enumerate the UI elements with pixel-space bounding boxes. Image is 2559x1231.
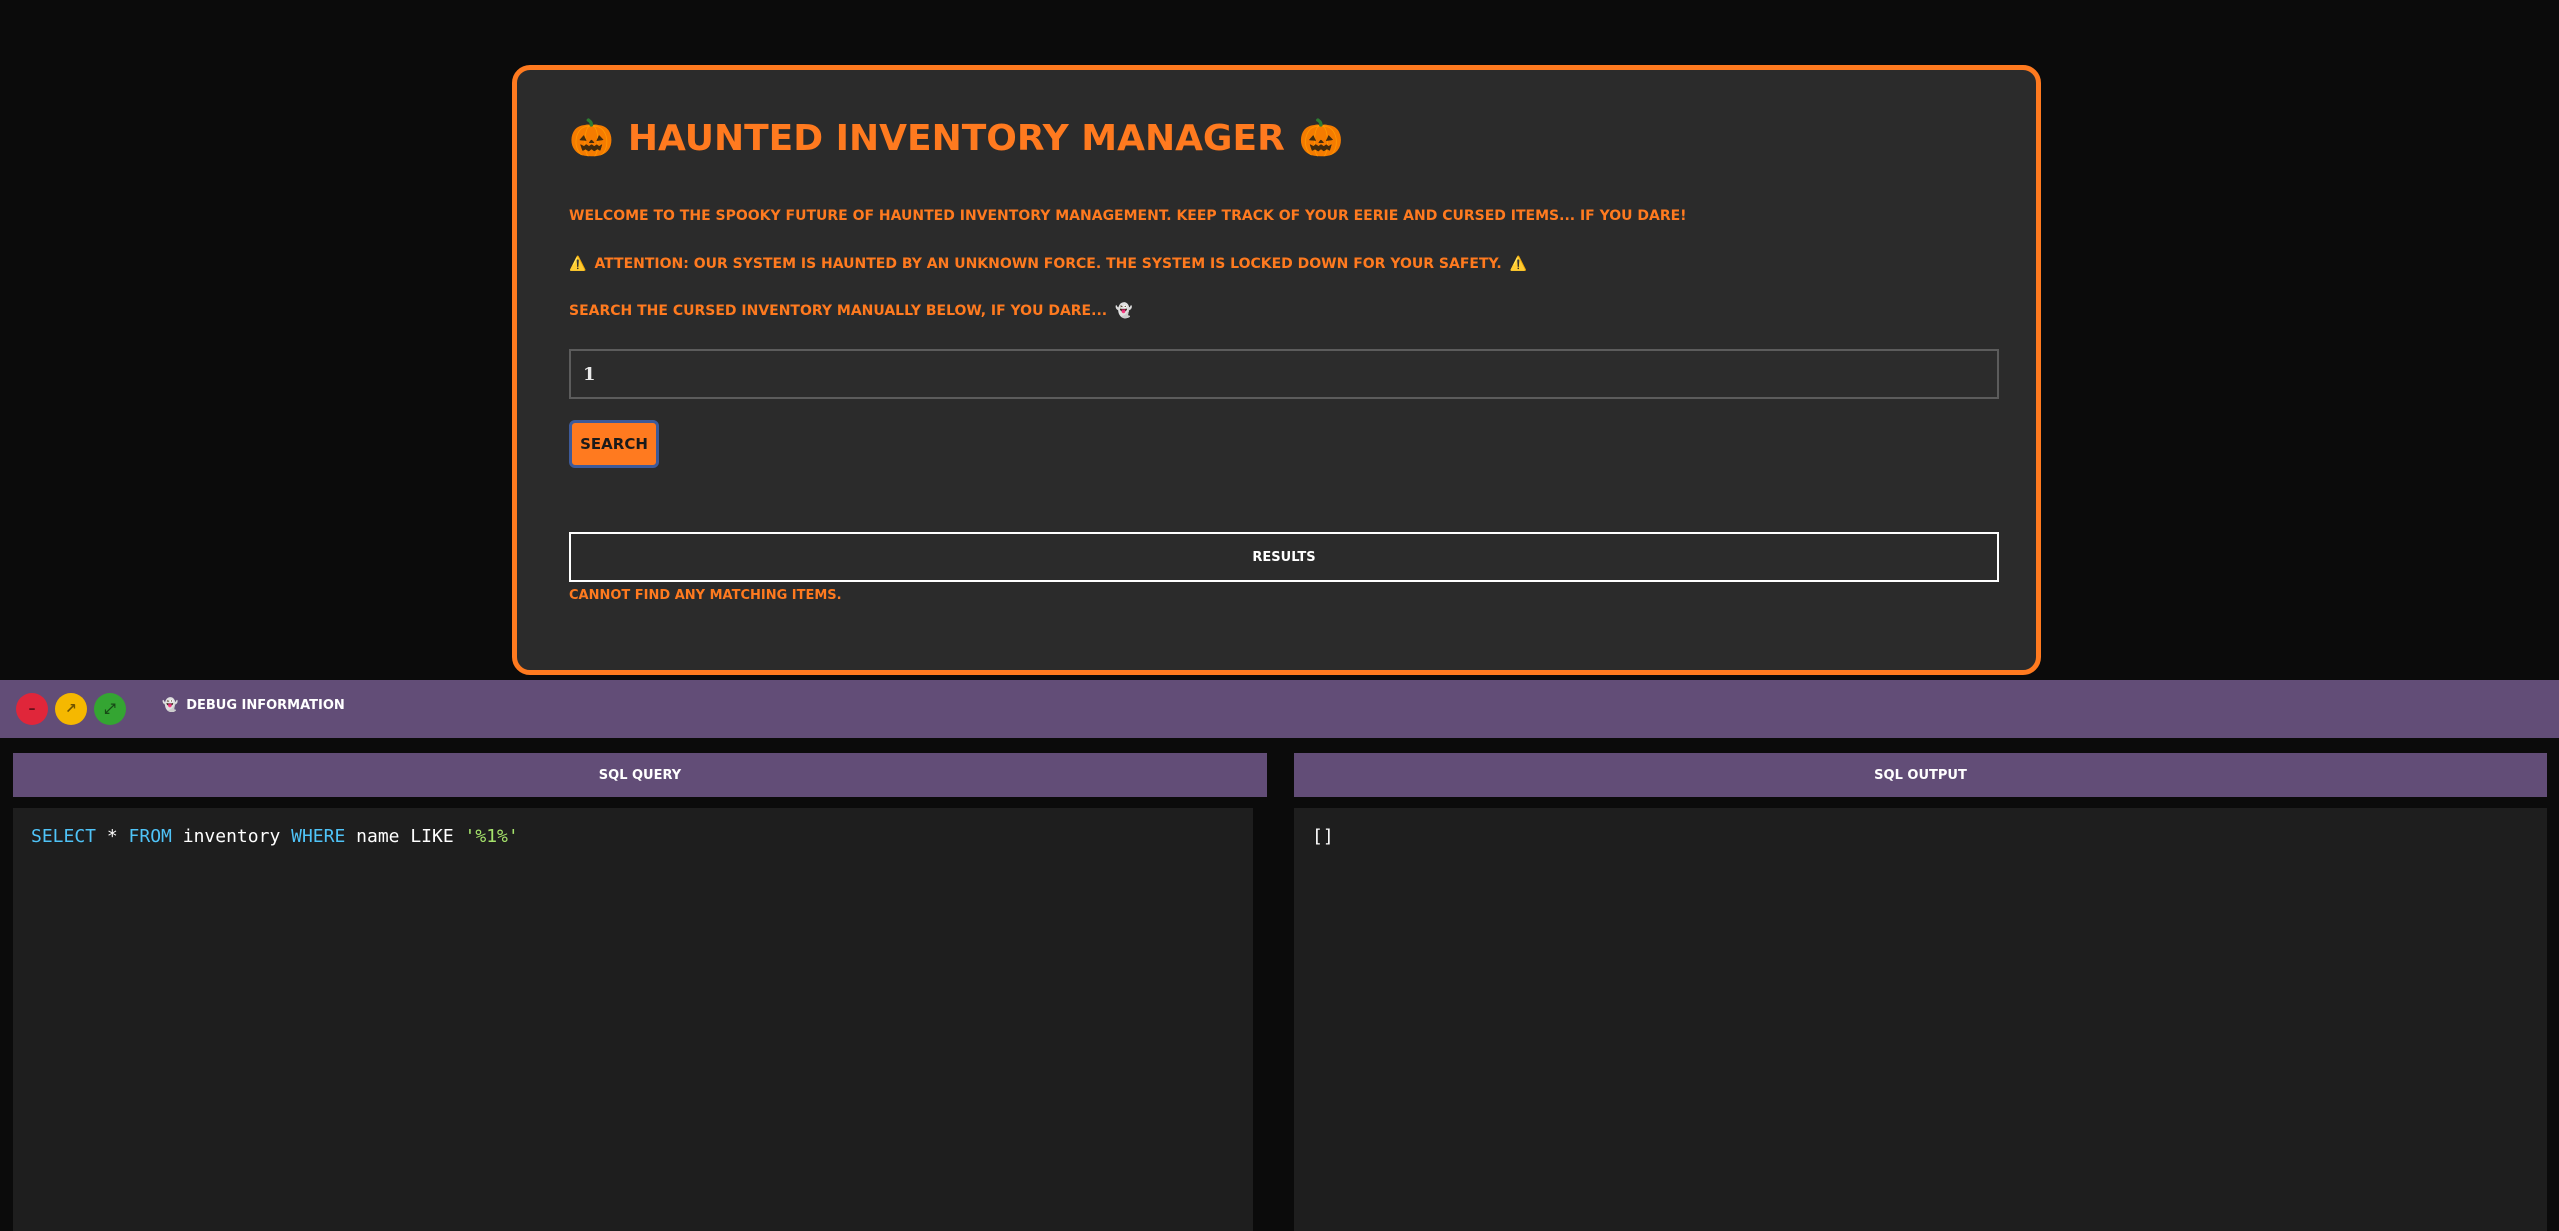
maximize-button[interactable]: ⤢ — [94, 693, 126, 725]
results-header: RESULTS — [569, 532, 1999, 582]
sql-string-literal: '%1%' — [464, 826, 519, 847]
warning-icon: ⚠️ — [1509, 256, 1528, 272]
sql-query-panel: SELECT * FROM inventory WHERE name LIKE … — [13, 808, 1253, 1231]
ghost-icon: 👻 — [162, 698, 179, 713]
sql-token: inventory — [171, 826, 292, 847]
welcome-text: WELCOME TO THE SPOOKY FUTURE OF HAUNTED … — [569, 208, 1687, 224]
search-prompt-text: SEARCH THE CURSED INVENTORY MANUALLY BEL… — [569, 303, 1108, 319]
sql-token: * — [96, 826, 129, 847]
sql-output-panel: [] — [1294, 808, 2547, 1231]
jack-o-lantern-icon: 🎃 — [569, 117, 614, 159]
no-match-message: CANNOT FIND ANY MATCHING ITEMS. — [569, 588, 842, 603]
search-button[interactable]: SEARCH — [569, 420, 659, 468]
ghost-icon: 👻 — [1115, 303, 1133, 319]
debug-title: 👻 DEBUG INFORMATION — [162, 698, 345, 713]
debug-title-text: DEBUG INFORMATION — [186, 698, 345, 713]
sql-output-text: [] — [1312, 826, 1334, 847]
sql-keyword: WHERE — [291, 826, 346, 847]
sql-output-header: SQL OUTPUT — [1294, 753, 2547, 797]
page-title-text: HAUNTED INVENTORY MANAGER — [627, 118, 1285, 159]
warning-icon: ⚠️ — [569, 256, 587, 272]
jack-o-lantern-icon: 🎃 — [1298, 117, 1344, 159]
sql-token: name LIKE — [345, 826, 465, 847]
search-prompt: SEARCH THE CURSED INVENTORY MANUALLY BEL… — [569, 303, 1133, 319]
inventory-card: 🎃 HAUNTED INVENTORY MANAGER 🎃 WELCOME TO… — [512, 65, 2041, 675]
attention-text: ATTENTION: OUR SYSTEM IS HAUNTED BY AN U… — [594, 256, 1502, 272]
sql-keyword: SELECT — [31, 826, 97, 847]
attention-notice: ⚠️ ATTENTION: OUR SYSTEM IS HAUNTED BY A… — [569, 256, 1527, 272]
search-input[interactable] — [569, 349, 1999, 399]
sql-query-header: SQL QUERY — [13, 753, 1267, 797]
debug-bar: – ↗ ⤢ 👻 DEBUG INFORMATION — [0, 680, 2559, 738]
close-button[interactable]: – — [16, 693, 48, 725]
sql-keyword: FROM — [128, 826, 172, 847]
minimize-button[interactable]: ↗ — [55, 693, 87, 725]
page-title: 🎃 HAUNTED INVENTORY MANAGER 🎃 — [569, 118, 1344, 159]
